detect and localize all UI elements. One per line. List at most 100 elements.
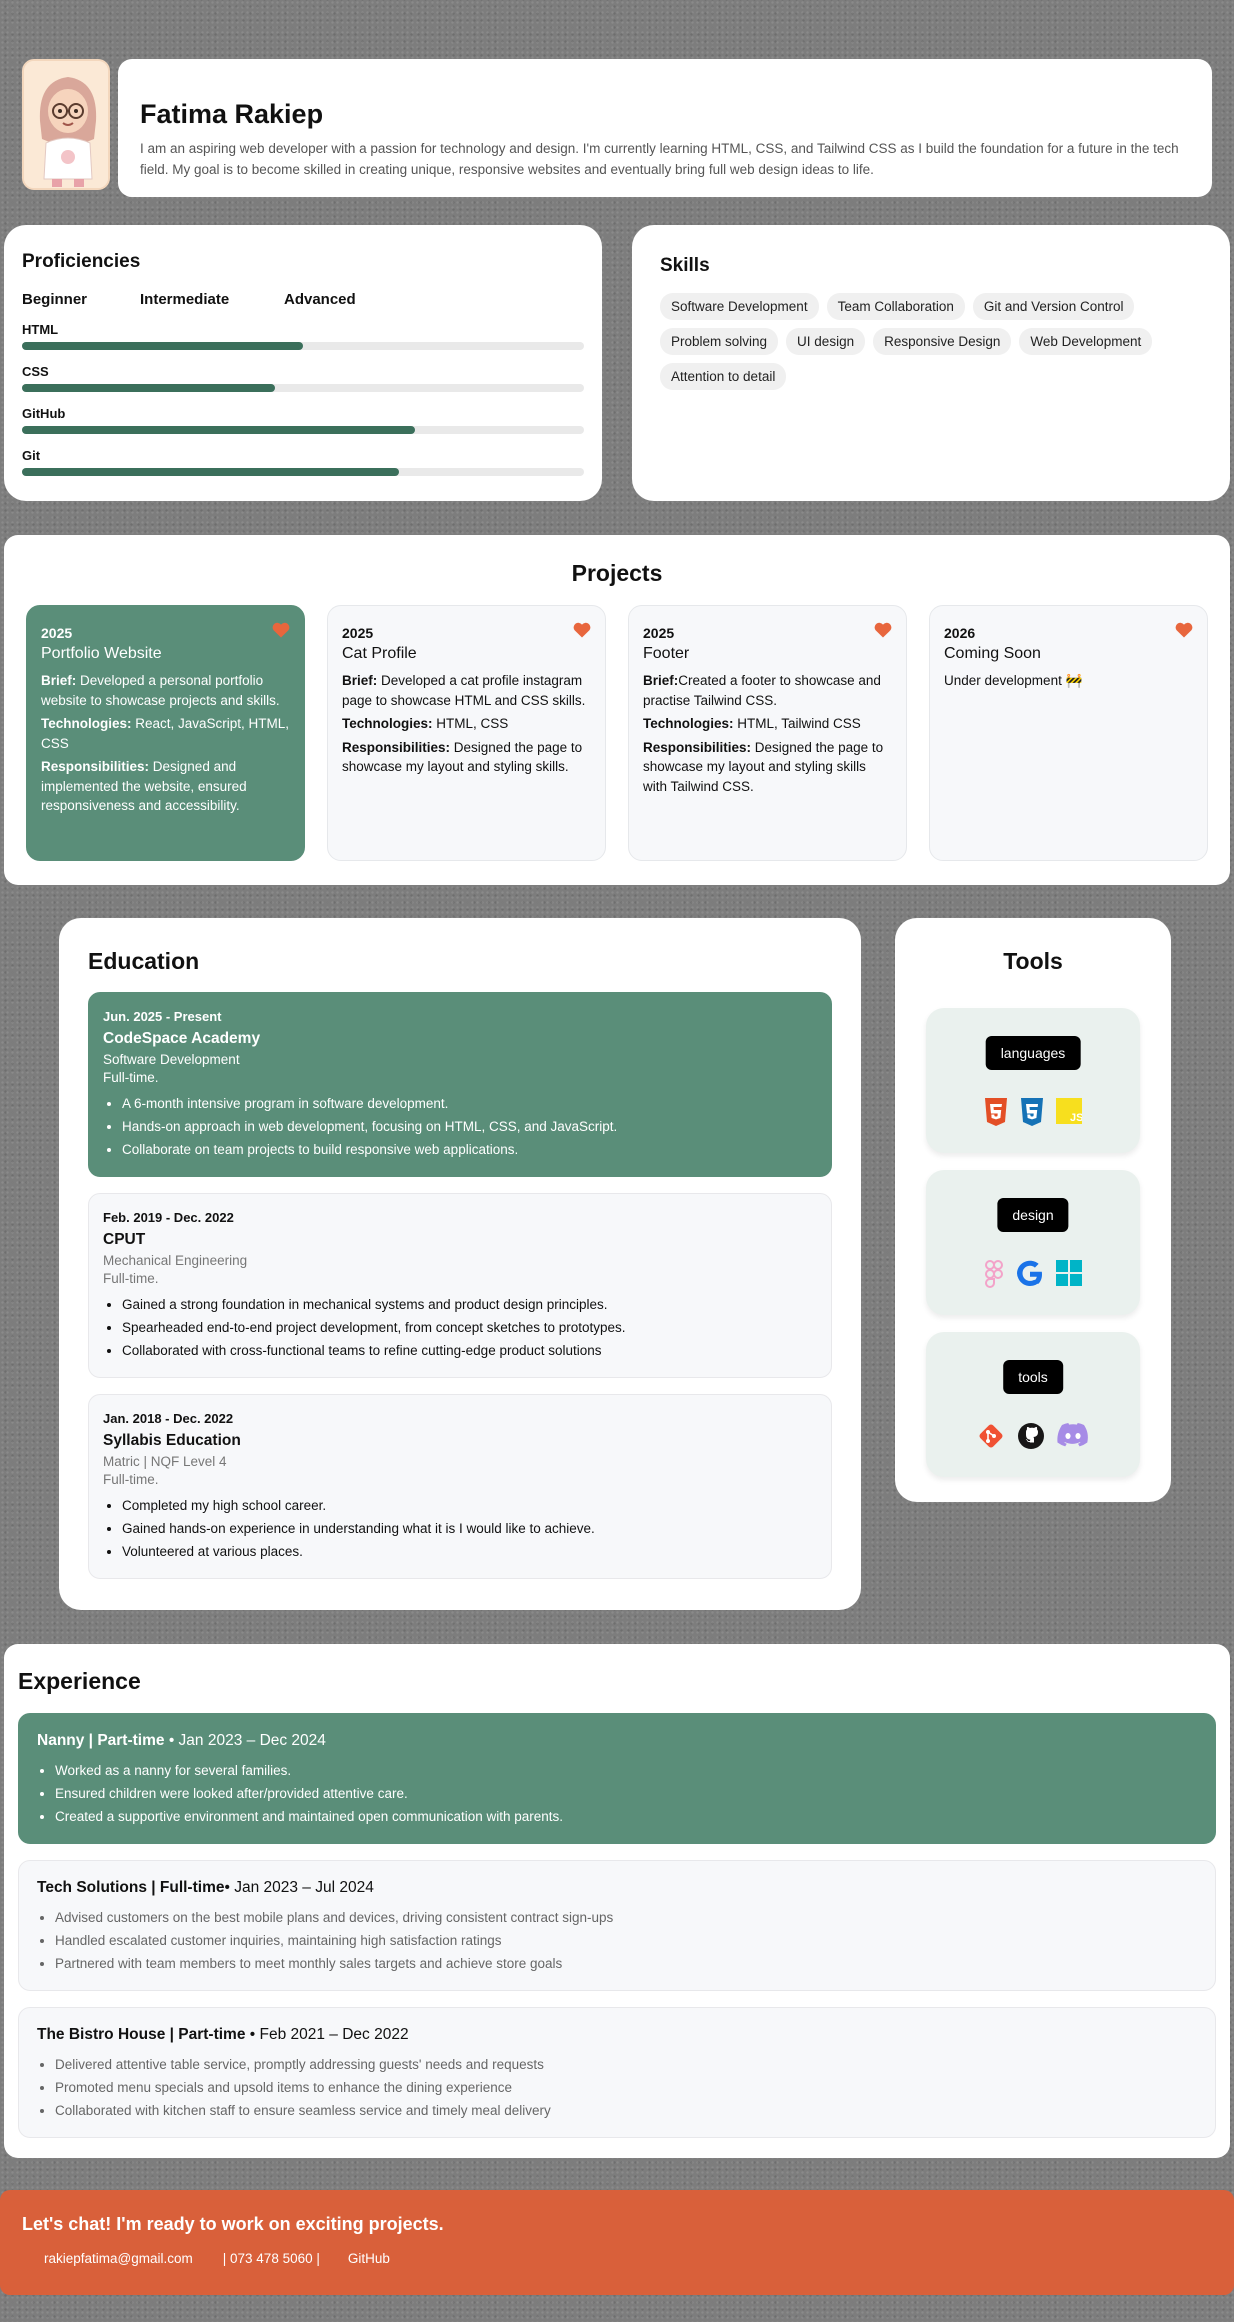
education-bullet: A 6-month intensive program in software … xyxy=(122,1095,817,1112)
experience-title: Experience xyxy=(18,1668,141,1694)
experience-bullet: Created a supportive environment and mai… xyxy=(55,1808,1197,1825)
project-tech-text: HTML, Tailwind CSS xyxy=(733,716,861,731)
education-entry: Jan. 2018 - Dec. 2022 Syllabis Education M… xyxy=(88,1394,832,1579)
education-bullet: Collaborate on team projects to build re… xyxy=(122,1141,817,1158)
education-type: Full-time. xyxy=(103,1472,159,1487)
project-tech: Technologies: React, JavaScript, HTML, C… xyxy=(41,714,290,753)
github-link[interactable]: GitHub xyxy=(348,2251,390,2266)
project-card[interactable]: 2025 Cat Profile Brief: Developed a cat pr… xyxy=(327,605,606,861)
education-entry: Feb. 2019 - Dec. 2022 CPUT Mechanical Engi… xyxy=(88,1193,832,1378)
project-resp: Responsibilities: Designed and implement… xyxy=(41,757,290,816)
education-bullet: Gained a strong foundation in mechanical… xyxy=(122,1296,817,1313)
project-tech: Technologies: HTML, CSS xyxy=(342,714,591,734)
education-bullets: A 6-month intensive program in software … xyxy=(103,1095,817,1158)
project-brief-label: Brief: xyxy=(342,673,378,688)
experience-role: The Bistro House | Part-time xyxy=(37,2026,246,2043)
education-school: CPUT xyxy=(103,1231,146,1248)
education-bullets: Gained a strong foundation in mechanical… xyxy=(103,1296,817,1359)
proficiency-fill xyxy=(22,342,303,350)
experience-entry: The Bistro House | Part-time • Feb 2021 … xyxy=(18,2007,1216,2138)
footer-cta: Let's chat! I'm ready to work on excitin… xyxy=(22,2214,444,2234)
header-card: Fatima Rakiep I am an aspiring web devel… xyxy=(118,59,1212,197)
heart-icon[interactable] xyxy=(573,622,591,644)
experience-bullet: Advised customers on the best mobile pla… xyxy=(55,1909,1197,1926)
project-resp: Responsibilities: Designed the page to s… xyxy=(342,738,591,777)
experience-header: The Bistro House | Part-time • Feb 2021 … xyxy=(37,2026,1197,2044)
skill-chip: Web Development xyxy=(1019,328,1153,355)
project-brief-text: Developed a personal portfolio website t… xyxy=(41,673,280,708)
skills-list: Software Development Team Collaboration Gi… xyxy=(660,293,1180,398)
proficiency-label: CSS xyxy=(22,364,49,379)
proficiency-label: Git xyxy=(22,448,41,463)
level-intermediate: Intermediate xyxy=(140,291,230,308)
figma-icon xyxy=(984,1260,1004,1293)
project-resp-label: Responsibilities: xyxy=(41,759,150,774)
education-card: Education Jun. 2025 - Present CodeSpace A… xyxy=(59,918,861,1610)
projects-card: Projects 2025 Portfolio Website Brief: Dev… xyxy=(4,535,1230,885)
skill-chip: Responsive Design xyxy=(873,328,1012,355)
experience-entry: Tech Solutions | Full-time• Jan 2023 – J… xyxy=(18,1860,1216,1991)
html5-icon xyxy=(984,1098,1008,1131)
proficiency-track xyxy=(22,468,584,476)
skill-chip: Software Development xyxy=(660,293,819,320)
heart-icon[interactable] xyxy=(1175,622,1193,644)
project-card[interactable]: 2025 Footer Brief:Created a footer to show… xyxy=(628,605,907,861)
skill-chip: Attention to detail xyxy=(660,363,787,390)
project-card[interactable]: 2025 Portfolio Website Brief: Developed a … xyxy=(26,605,305,861)
proficiency-fill xyxy=(22,426,416,434)
project-year: 2025 xyxy=(342,625,374,641)
project-tech-label: Technologies: xyxy=(41,716,132,731)
experience-dates: • Jan 2023 – Dec 2024 xyxy=(164,1732,326,1749)
github-icon xyxy=(1017,1422,1045,1455)
experience-header: Nanny | Part-time • Jan 2023 – Dec 2024 xyxy=(37,1732,1197,1750)
heart-icon[interactable] xyxy=(874,622,892,644)
projects-title: Projects xyxy=(571,560,663,586)
proficiency-label: HTML xyxy=(22,322,59,337)
experience-bullet: Delivered attentive table service, promp… xyxy=(55,2056,1197,2073)
education-type: Full-time. xyxy=(103,1271,159,1286)
project-tech-label: Technologies: xyxy=(342,716,433,731)
project-brief: Brief:Created a footer to showcase and p… xyxy=(643,671,892,710)
project-brief-label: Brief: xyxy=(643,673,679,688)
proficiency-levels: Beginner Intermediate Advanced xyxy=(22,291,584,308)
education-entry: Jun. 2025 - Present CodeSpace Academy Soft… xyxy=(88,992,832,1177)
education-bullet: Volunteered at various places. xyxy=(122,1543,817,1560)
project-brief: Brief: Developed a personal portfolio we… xyxy=(41,671,290,710)
email-link[interactable]: rakiepfatima@gmail.com xyxy=(44,2251,193,2266)
project-resp-label: Responsibilities: xyxy=(342,739,451,755)
experience-dates: • Feb 2021 – Dec 2022 xyxy=(245,2026,409,2043)
experience-role: Tech Solutions | Full-time xyxy=(37,1879,225,1896)
heart-icon[interactable] xyxy=(272,622,290,644)
experience-bullets: Advised customers on the best mobile pla… xyxy=(37,1909,1197,1972)
proficiencies-card: Proficiencies Beginner Intermediate Adva… xyxy=(4,225,602,501)
education-subject: Software Development xyxy=(103,1052,240,1067)
education-type: Full-time. xyxy=(103,1070,159,1085)
tools-title: Tools xyxy=(1003,948,1063,974)
proficiency-track xyxy=(22,384,584,392)
footer-contacts: rakiepfatima@gmail.com | 073 478 5060 | … xyxy=(22,2251,1212,2266)
project-tech-label: Technologies: xyxy=(643,716,734,731)
education-bullet: Collaborated with cross-functional teams… xyxy=(122,1342,817,1359)
tools-card: Tools languages JS design tools xyxy=(895,918,1171,1502)
skill-chip: Team Collaboration xyxy=(826,293,965,320)
skills-card: Skills Software Development Team Collabor… xyxy=(632,225,1230,501)
project-card[interactable]: 2026 Coming Soon Under development 🚧 xyxy=(929,605,1208,861)
proficiency-fill xyxy=(22,384,275,392)
profile-name: Fatima Rakiep xyxy=(140,99,324,129)
footer: Let's chat! I'm ready to work on excitin… xyxy=(0,2190,1234,2295)
project-title: Footer xyxy=(643,644,690,662)
project-brief-text: Created a footer to showcase and practis… xyxy=(643,673,881,708)
proficiency-row: HTML xyxy=(22,322,584,350)
tool-label-languages: languages xyxy=(985,1036,1081,1070)
project-year: 2026 xyxy=(944,625,976,641)
avatar xyxy=(22,59,110,190)
level-beginner: Beginner xyxy=(22,291,88,308)
avatar-illustration xyxy=(24,61,108,188)
experience-bullet: Worked as a nanny for several families. xyxy=(55,1762,1197,1779)
education-bullet: Spearheaded end-to-end project developme… xyxy=(122,1319,817,1336)
tool-group-tools: tools xyxy=(926,1332,1140,1477)
education-subject: Matric | NQF Level 4 xyxy=(103,1454,227,1469)
education-school: Syllabis Education xyxy=(103,1432,241,1449)
phone-number: | 073 478 5060 | xyxy=(222,2251,320,2266)
proficiency-row: GitHub xyxy=(22,406,584,434)
